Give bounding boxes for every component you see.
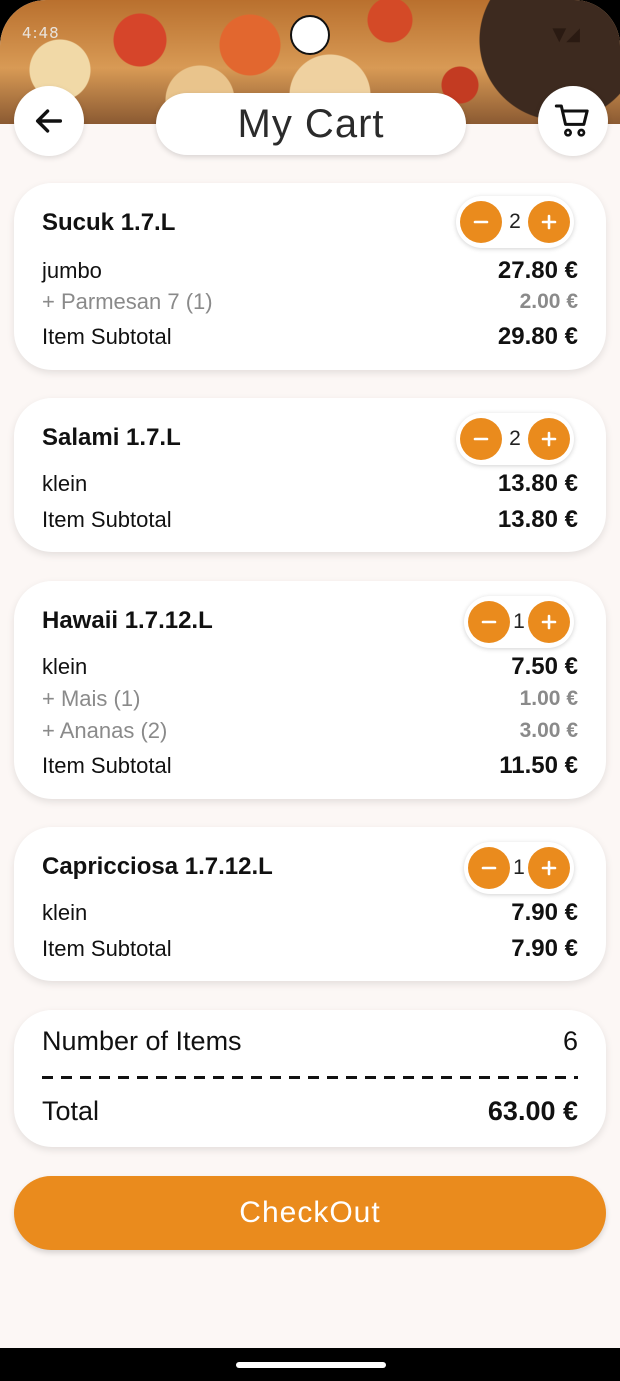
minus-icon bbox=[473, 220, 489, 224]
size-price: 7.90 € bbox=[511, 899, 578, 926]
extra-row: + Parmesan 7 (1) 2.00 € bbox=[42, 289, 578, 315]
plus-icon bbox=[541, 614, 557, 630]
subtotal-label: Item Subtotal bbox=[42, 324, 172, 349]
extra-row: + Ananas (2) 3.00 € bbox=[42, 718, 578, 744]
subtotal-label: Item Subtotal bbox=[42, 753, 172, 778]
size-price: 13.80 € bbox=[497, 470, 578, 497]
increase-button[interactable] bbox=[528, 418, 570, 460]
quantity-value: 2 bbox=[509, 210, 521, 233]
page-title: My Cart bbox=[237, 101, 385, 146]
shopping-cart-icon bbox=[554, 104, 589, 137]
plus-icon bbox=[541, 214, 557, 230]
quantity-stepper: 1 bbox=[464, 842, 574, 894]
item-name: Sucuk 1.7.L bbox=[42, 209, 176, 236]
arrow-left-icon bbox=[35, 109, 63, 133]
subtotal-row: Item Subtotal 29.80 € bbox=[42, 323, 578, 351]
total-value: 63.00 € bbox=[487, 1096, 578, 1126]
minus-icon bbox=[473, 437, 489, 441]
subtotal-value: 29.80 € bbox=[497, 323, 578, 350]
cart-button[interactable] bbox=[538, 86, 608, 156]
item-count-value: 6 bbox=[562, 1026, 578, 1056]
status-icons: ▼◢ bbox=[552, 24, 580, 45]
camera-cutout bbox=[290, 15, 330, 55]
decrease-button[interactable] bbox=[460, 418, 502, 460]
size-row: klein 7.90 € bbox=[42, 899, 578, 927]
item-name: Capricciosa 1.7.12.L bbox=[42, 853, 273, 880]
quantity-stepper: 2 bbox=[456, 413, 574, 465]
item-name: Hawaii 1.7.12.L bbox=[42, 607, 213, 634]
extra-label: + Mais (1) bbox=[42, 686, 141, 711]
size-label: klein bbox=[42, 654, 88, 679]
quantity-value: 1 bbox=[513, 610, 525, 633]
size-price: 27.80 € bbox=[497, 257, 578, 284]
subtotal-row: Item Subtotal 13.80 € bbox=[42, 506, 578, 534]
quantity-value: 1 bbox=[513, 856, 525, 879]
subtotal-label: Item Subtotal bbox=[42, 936, 172, 961]
dashed-divider bbox=[42, 1076, 578, 1079]
size-price: 7.50 € bbox=[511, 653, 578, 680]
extra-label: + Parmesan 7 (1) bbox=[42, 289, 213, 314]
increase-button[interactable] bbox=[528, 847, 570, 889]
total-row: Total 63.00 € bbox=[42, 1096, 578, 1127]
subtotal-row: Item Subtotal 7.90 € bbox=[42, 935, 578, 963]
checkout-button[interactable]: CheckOut bbox=[14, 1176, 606, 1250]
page-title-pill: My Cart bbox=[156, 93, 466, 155]
cart-item-card: Salami 1.7.L 2 klein 13.80 € Item Subtot… bbox=[14, 398, 606, 552]
extra-price: 2.00 € bbox=[519, 290, 578, 313]
home-indicator[interactable] bbox=[236, 1362, 386, 1368]
item-name: Salami 1.7.L bbox=[42, 424, 181, 451]
decrease-button[interactable] bbox=[460, 201, 502, 243]
decrease-button[interactable] bbox=[468, 601, 510, 643]
total-label: Total bbox=[42, 1096, 100, 1126]
size-row: klein 7.50 € bbox=[42, 653, 578, 681]
quantity-stepper: 1 bbox=[464, 596, 574, 648]
increase-button[interactable] bbox=[528, 201, 570, 243]
size-label: klein bbox=[42, 471, 88, 496]
system-nav-bar bbox=[0, 1348, 620, 1381]
plus-icon bbox=[541, 860, 557, 876]
minus-icon bbox=[481, 866, 497, 870]
order-summary-card: Number of Items 6 Total 63.00 € bbox=[14, 1010, 606, 1147]
quantity-stepper: 2 bbox=[456, 196, 574, 248]
subtotal-row: Item Subtotal 11.50 € bbox=[42, 752, 578, 780]
extra-label: + Ananas (2) bbox=[42, 718, 168, 743]
plus-icon bbox=[541, 431, 557, 447]
item-count-label: Number of Items bbox=[42, 1026, 242, 1056]
decrease-button[interactable] bbox=[468, 847, 510, 889]
size-label: klein bbox=[42, 900, 88, 925]
app-screen: 4:48 ▼◢ My Cart Sucuk 1.7.L 2 jumbo 27.8… bbox=[0, 0, 620, 1381]
size-row: klein 13.80 € bbox=[42, 470, 578, 498]
size-label: jumbo bbox=[42, 258, 102, 283]
minus-icon bbox=[481, 620, 497, 624]
increase-button[interactable] bbox=[528, 601, 570, 643]
item-count-row: Number of Items 6 bbox=[42, 1026, 578, 1057]
extra-price: 3.00 € bbox=[519, 719, 578, 742]
subtotal-label: Item Subtotal bbox=[42, 507, 172, 532]
cart-item-card: Sucuk 1.7.L 2 jumbo 27.80 € + Parmesan 7… bbox=[14, 183, 606, 370]
extra-row: + Mais (1) 1.00 € bbox=[42, 686, 578, 712]
subtotal-value: 11.50 € bbox=[499, 752, 578, 779]
extra-price: 1.00 € bbox=[519, 687, 578, 710]
size-row: jumbo 27.80 € bbox=[42, 257, 578, 285]
cart-item-card: Capricciosa 1.7.12.L 1 klein 7.90 € Item… bbox=[14, 827, 606, 981]
back-button[interactable] bbox=[14, 86, 84, 156]
subtotal-value: 7.90 € bbox=[511, 935, 578, 962]
cart-item-card: Hawaii 1.7.12.L 1 klein 7.50 € + Mais (1… bbox=[14, 581, 606, 799]
subtotal-value: 13.80 € bbox=[497, 506, 578, 533]
quantity-value: 2 bbox=[509, 427, 521, 450]
status-time: 4:48 bbox=[22, 24, 60, 42]
